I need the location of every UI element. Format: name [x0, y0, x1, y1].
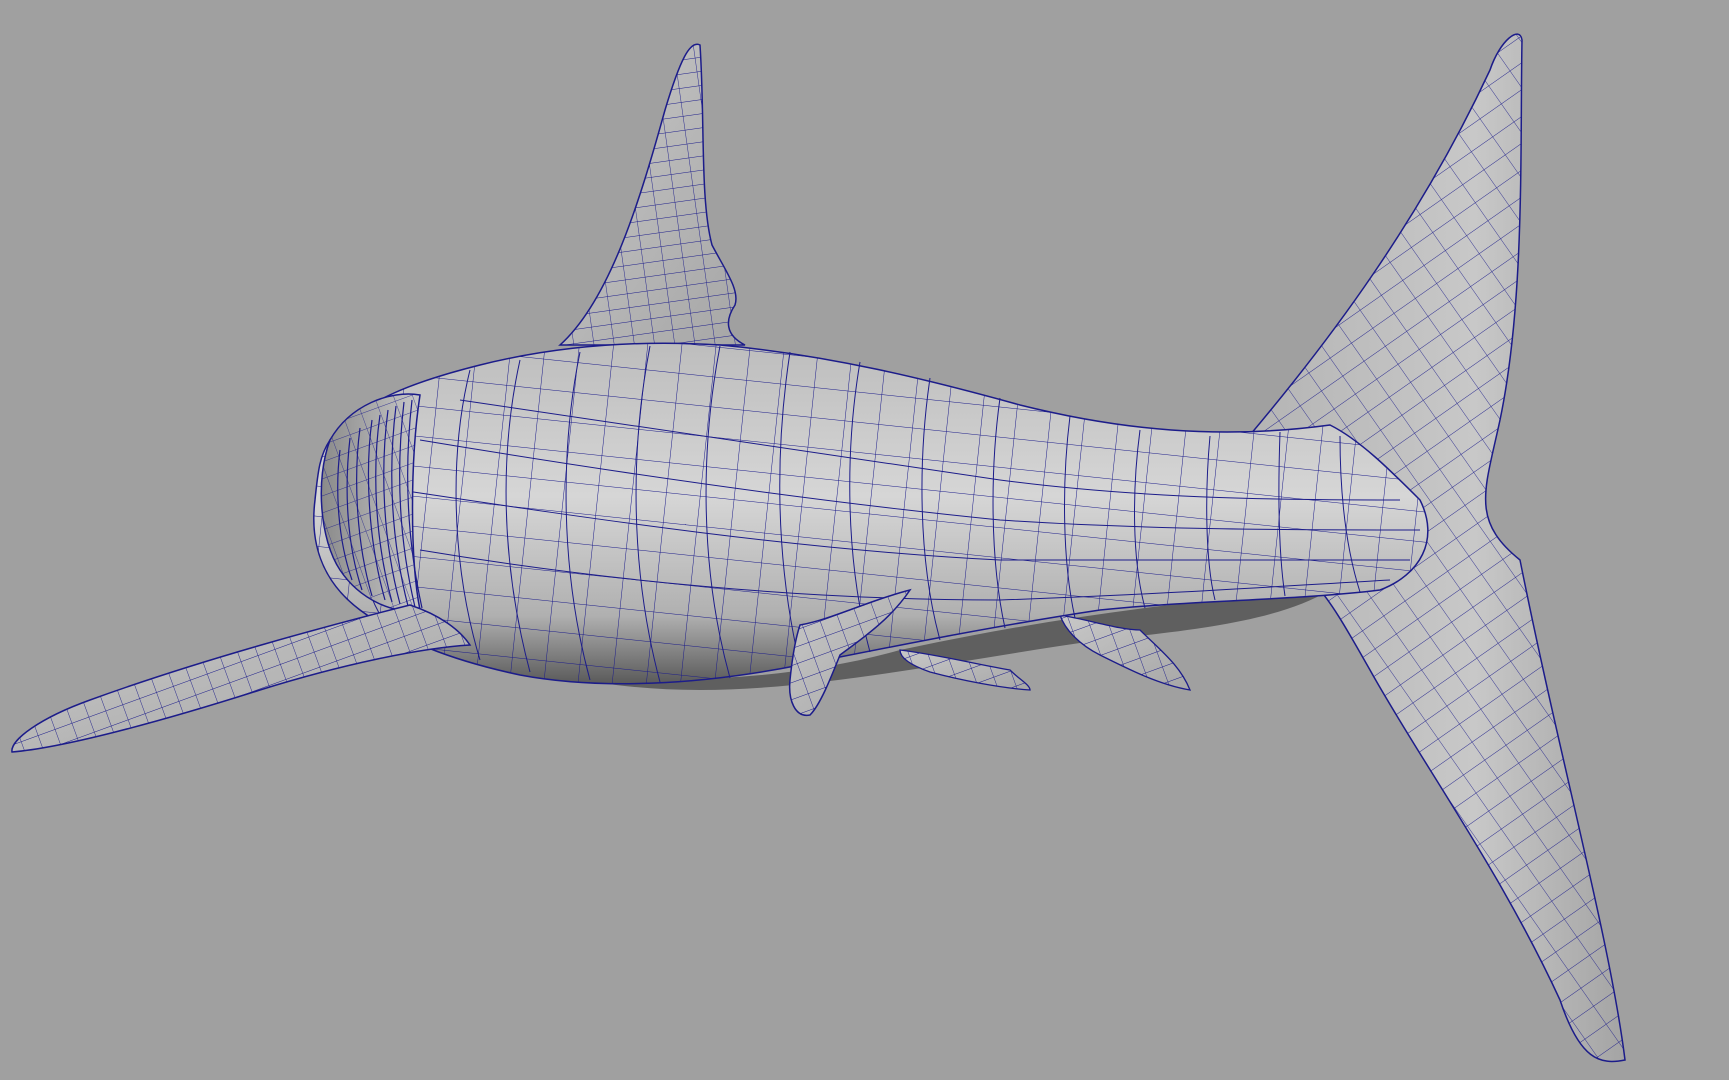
- dorsal-fin[interactable]: [558, 43, 746, 346]
- maya-viewport[interactable]: [0, 0, 1729, 1080]
- viewport-canvas[interactable]: [0, 0, 1729, 1080]
- shark-body[interactable]: [313, 342, 1429, 685]
- pectoral-fin[interactable]: [11, 604, 472, 753]
